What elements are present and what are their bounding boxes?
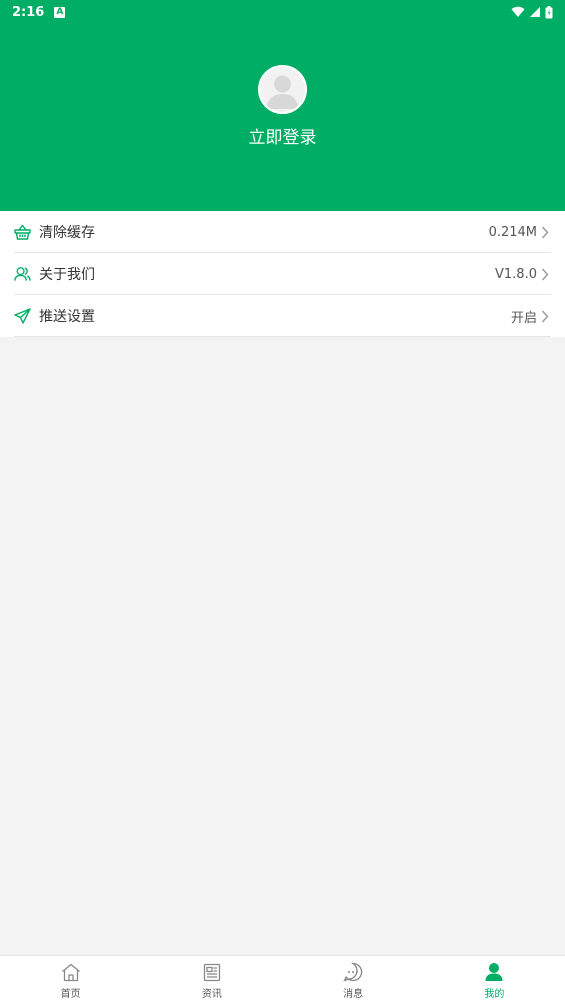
menu-item-about-us[interactable]: 关于我们 V1.8.0	[0, 253, 565, 295]
cache-size-value: 0.214M	[488, 224, 537, 240]
status-time: 2:16	[12, 4, 45, 20]
user-icon	[483, 961, 505, 983]
bottom-tab-bar: 首页 资讯 消息 我的	[0, 955, 565, 1004]
menu-item-clear-cache[interactable]: 清除缓存 0.214M	[0, 211, 565, 253]
tab-label: 消息	[343, 989, 364, 1000]
basket-icon	[14, 224, 31, 241]
status-bar: 2:16 A	[0, 0, 565, 24]
tab-label: 资讯	[201, 989, 222, 1000]
chevron-right-icon	[541, 309, 551, 323]
menu-item-push-settings[interactable]: 推送设置 开启	[0, 295, 565, 337]
send-icon	[14, 308, 31, 325]
notification-icon: A	[54, 6, 66, 18]
login-button[interactable]: 立即登录	[0, 123, 565, 148]
menu-item-label: 推送设置	[39, 309, 95, 325]
message-icon	[342, 961, 364, 983]
status-icons	[511, 5, 553, 19]
avatar[interactable]	[258, 65, 307, 114]
tab-label: 首页	[60, 989, 81, 1000]
users-icon	[14, 266, 31, 283]
version-value: V1.8.0	[495, 266, 537, 282]
tab-news[interactable]: 资讯	[141, 956, 282, 1004]
tab-label: 我的	[484, 989, 505, 1000]
tab-messages[interactable]: 消息	[283, 956, 424, 1004]
battery-icon	[545, 5, 553, 18]
tab-mine[interactable]: 我的	[424, 956, 565, 1004]
menu-item-label: 关于我们	[39, 267, 95, 283]
profile-header: 立即登录	[0, 24, 565, 211]
default-avatar-icon	[260, 67, 305, 112]
settings-menu: 清除缓存 0.214M 关于我们 V1.8.0 推送设置 开启	[0, 211, 565, 337]
chevron-right-icon	[541, 225, 551, 239]
signal-icon	[530, 7, 540, 17]
chevron-right-icon	[541, 267, 551, 281]
wifi-icon	[511, 6, 525, 18]
news-icon	[201, 961, 223, 983]
push-status-value: 开启	[510, 310, 537, 326]
menu-item-label: 清除缓存	[39, 225, 95, 241]
home-icon	[60, 961, 82, 983]
tab-home[interactable]: 首页	[0, 956, 141, 1004]
